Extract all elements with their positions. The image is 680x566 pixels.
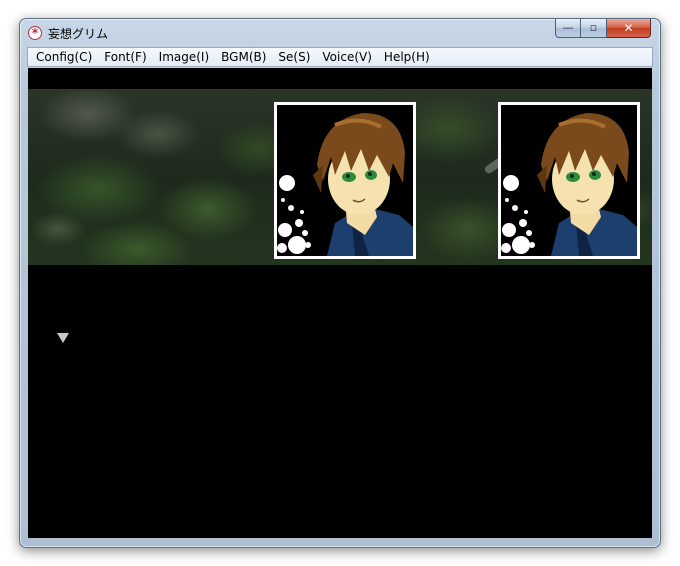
menu-voice[interactable]: Voice(V) bbox=[316, 48, 378, 66]
window-title: 妄想グリム bbox=[48, 27, 109, 41]
minimize-icon: — bbox=[562, 21, 574, 34]
menu-config[interactable]: Config(C) bbox=[30, 48, 98, 66]
close-button[interactable]: ✕ bbox=[607, 19, 651, 38]
character-portrait-left bbox=[274, 102, 416, 259]
maximize-button[interactable]: ▫ bbox=[581, 19, 607, 38]
app-asterisk-icon[interactable]: * bbox=[28, 26, 42, 40]
close-icon: ✕ bbox=[623, 21, 634, 35]
title-bar[interactable]: * 妄想グリム — ▫ ✕ bbox=[20, 19, 660, 47]
menu-font[interactable]: Font(F) bbox=[98, 48, 152, 66]
forest-background bbox=[28, 89, 652, 265]
boy-portrait-image bbox=[277, 105, 413, 256]
menu-se[interactable]: Se(S) bbox=[272, 48, 316, 66]
game-screen[interactable] bbox=[28, 68, 652, 538]
menu-image[interactable]: Image(I) bbox=[153, 48, 215, 66]
menu-bgm[interactable]: BGM(B) bbox=[215, 48, 272, 66]
boy-portrait-image bbox=[501, 105, 637, 256]
menu-help[interactable]: Help(H) bbox=[378, 48, 436, 66]
app-window: * 妄想グリム — ▫ ✕ Config(C) Font(F) Image(I)… bbox=[19, 18, 661, 548]
next-page-triangle-icon[interactable] bbox=[57, 333, 69, 343]
menu-bar: Config(C) Font(F) Image(I) BGM(B) Se(S) … bbox=[27, 47, 653, 67]
minimize-button[interactable]: — bbox=[555, 19, 581, 38]
character-portrait-right bbox=[498, 102, 640, 259]
maximize-icon: ▫ bbox=[589, 21, 598, 34]
